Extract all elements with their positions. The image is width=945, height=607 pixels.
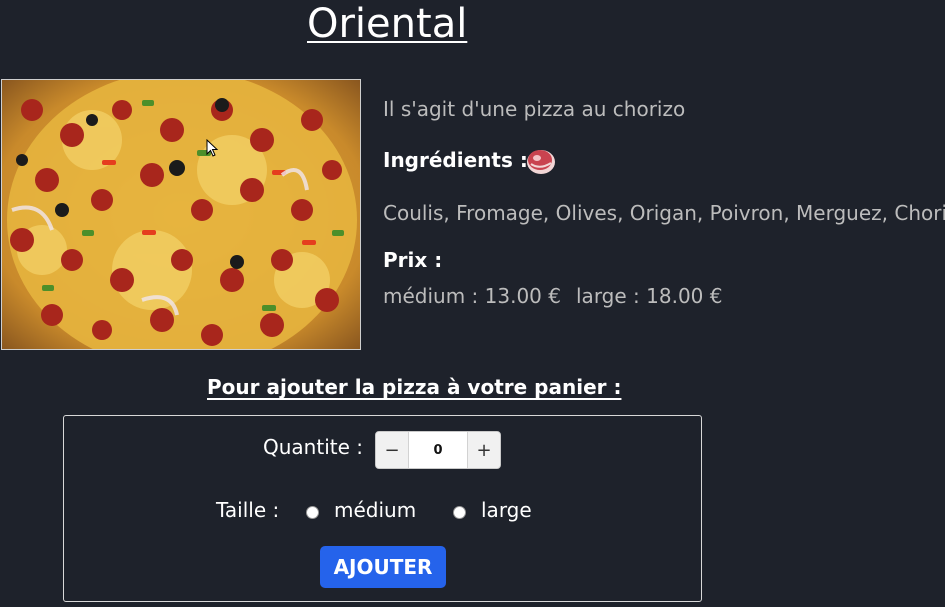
increment-button[interactable]: + (467, 432, 500, 468)
size-option-large-label[interactable]: large (481, 498, 532, 522)
add-to-cart-button[interactable]: AJOUTER (320, 546, 446, 588)
price-label: Prix : (383, 248, 443, 272)
size-radio-large[interactable] (453, 506, 466, 519)
size-radio-medium[interactable] (306, 506, 319, 519)
size-label: Taille : (216, 498, 280, 522)
size-option-medium-label[interactable]: médium (334, 498, 416, 522)
decrement-button[interactable]: − (376, 432, 409, 468)
price-medium: médium : 13.00 € (383, 284, 561, 308)
meat-icon (527, 150, 555, 174)
quantity-label: Quantite : (263, 435, 363, 459)
pizza-image (1, 79, 361, 350)
pizza-description: Il s'agit d'une pizza au chorizo (383, 97, 686, 121)
mouse-cursor-icon (206, 139, 219, 157)
cart-heading: Pour ajouter la pizza à votre panier : (207, 375, 622, 399)
quantity-input[interactable] (409, 432, 467, 468)
price-large: large : 18.00 € (576, 284, 723, 308)
pizza-title: Oriental (307, 1, 468, 47)
ingredients-list: Coulis, Fromage, Olives, Origan, Poivron… (383, 201, 945, 225)
ingredients-label: Ingrédients : (383, 148, 528, 172)
quantity-stepper: − + (375, 431, 501, 469)
